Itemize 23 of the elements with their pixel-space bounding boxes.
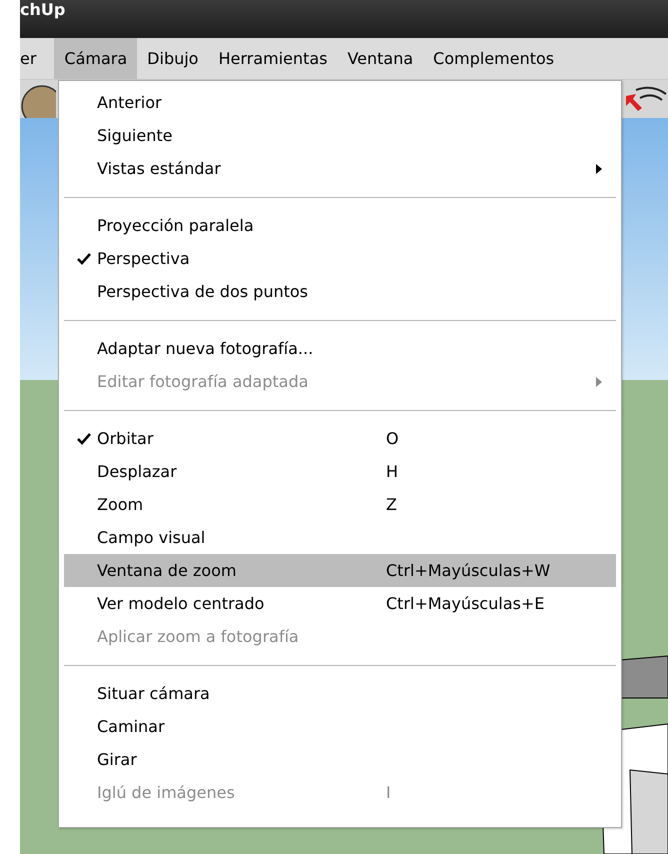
- menu-title[interactable]: Cámara: [54, 38, 138, 79]
- menu-title[interactable]: Herramientas: [208, 38, 338, 79]
- menu-item[interactable]: Caminar: [64, 710, 616, 743]
- menu-title[interactable]: Complementos: [423, 38, 564, 79]
- menu-item[interactable]: Campo visual: [64, 521, 616, 554]
- menu-item[interactable]: Proyección paralela: [64, 209, 616, 242]
- menu-item[interactable]: Adaptar nueva fotografía...: [64, 332, 616, 365]
- menu-item[interactable]: Zoom Z: [64, 488, 616, 521]
- menu-item[interactable]: Siguiente: [64, 119, 616, 152]
- menu-item[interactable]: Girar: [64, 743, 616, 776]
- menu-item[interactable]: Desplazar H: [64, 455, 616, 488]
- menu-item[interactable]: Situar cámara: [64, 677, 616, 710]
- window-title: chUp: [20, 2, 66, 18]
- menu-item[interactable]: Orbitar O: [64, 422, 616, 455]
- menu-title[interactable]: Dibujo: [137, 38, 208, 79]
- menu-item[interactable]: Ventana de zoom Ctrl+Mayúsculas+W: [64, 554, 616, 587]
- menu-item[interactable]: Anterior: [64, 86, 616, 119]
- menu-item[interactable]: Vistas estándar: [64, 152, 616, 185]
- menu-item[interactable]: Perspectiva de dos puntos: [64, 275, 616, 308]
- menu-item[interactable]: Ver modelo centrado Ctrl+Mayúsculas+E: [64, 587, 616, 620]
- menu-title[interactable]: er: [20, 38, 54, 79]
- menu-item[interactable]: Perspectiva: [64, 242, 616, 275]
- menu-title[interactable]: Ventana: [337, 38, 424, 79]
